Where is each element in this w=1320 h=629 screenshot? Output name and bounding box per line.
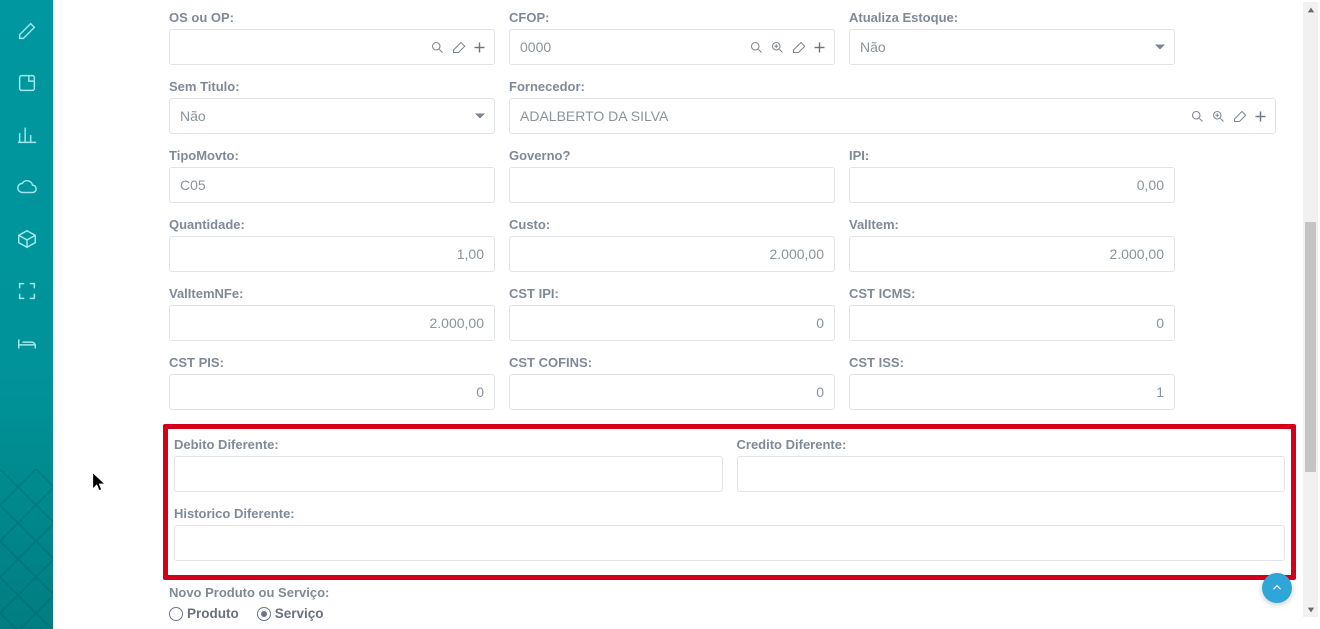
page: OS ou OP: CFOP: (53, 0, 1320, 629)
label-cst-ipi: CST IPI: (509, 286, 835, 301)
historico-diferente-input[interactable] (174, 525, 1285, 561)
label-val-item: ValItem: (849, 217, 1175, 232)
scrollbar-up-icon[interactable] (1303, 2, 1318, 17)
zoom-in-icon[interactable] (770, 40, 785, 55)
chevron-down-icon (1155, 45, 1165, 50)
cst-iss-input[interactable] (849, 374, 1175, 410)
cst-ipi-input[interactable] (509, 305, 835, 341)
label-historico-diferente: Historico Diferente: (174, 506, 1285, 521)
label-val-item-nfe: ValItemNFe: (169, 286, 495, 301)
label-cst-cofins: CST COFINS: (509, 355, 835, 370)
bed-icon[interactable] (16, 332, 38, 354)
label-governo: Governo? (509, 148, 835, 163)
radio-servico[interactable]: Serviço (257, 606, 324, 621)
box-icon[interactable] (16, 228, 38, 250)
scroll-top-button[interactable] (1262, 573, 1292, 603)
radio-servico-label: Serviço (275, 606, 324, 621)
label-cst-icms: CST ICMS: (849, 286, 1175, 301)
cloud-icon[interactable] (16, 176, 38, 198)
label-cst-iss: CST ISS: (849, 355, 1175, 370)
form-scroll-area: OS ou OP: CFOP: (59, 0, 1300, 621)
label-fornecedor: Fornecedor: (509, 79, 1276, 94)
highlight-box: Debito Diferente: Credito Diferente: His… (163, 424, 1296, 580)
scrollbar-down-icon[interactable] (1303, 602, 1318, 617)
label-os-op: OS ou OP: (169, 10, 495, 25)
label-sem-titulo: Sem Titulo: (169, 79, 495, 94)
expand-icon[interactable] (16, 280, 38, 302)
cst-cofins-input[interactable] (509, 374, 835, 410)
governo-input[interactable] (509, 167, 835, 203)
search-icon[interactable] (749, 40, 764, 55)
quantidade-input[interactable] (169, 236, 495, 272)
debito-diferente-input[interactable] (174, 456, 723, 492)
tipo-movto-input[interactable] (169, 167, 495, 203)
zoom-in-icon[interactable] (1211, 109, 1226, 124)
plus-icon[interactable] (472, 40, 487, 55)
radio-produto[interactable]: Produto (169, 606, 239, 621)
cst-icms-input[interactable] (849, 305, 1175, 341)
plus-icon[interactable] (1253, 109, 1268, 124)
form: OS ou OP: CFOP: (159, 0, 1300, 621)
valitem-input[interactable] (849, 236, 1175, 272)
label-ipi: IPI: (849, 148, 1175, 163)
erase-icon[interactable] (451, 40, 466, 55)
scrollbar[interactable] (1303, 2, 1318, 617)
valitemnfe-input[interactable] (169, 305, 495, 341)
ipi-input[interactable] (849, 167, 1175, 203)
label-cfop: CFOP: (509, 10, 835, 25)
atualiza-estoque-select[interactable]: Não (849, 29, 1175, 65)
custo-input[interactable] (509, 236, 835, 272)
label-novo-produto: Novo Produto ou Serviço: (169, 585, 329, 600)
label-credito-diferente: Credito Diferente: (737, 437, 1286, 452)
radio-produto-label: Produto (187, 606, 239, 621)
label-atualiza-estoque: Atualiza Estoque: (849, 10, 1175, 25)
search-icon[interactable] (1190, 109, 1205, 124)
label-debito-diferente: Debito Diferente: (174, 437, 723, 452)
erase-icon[interactable] (791, 40, 806, 55)
chevron-down-icon (475, 114, 485, 119)
cst-pis-input[interactable] (169, 374, 495, 410)
search-icon[interactable] (430, 40, 445, 55)
label-quantidade: Quantidade: (169, 217, 495, 232)
label-tipo-movto: TipoMovto: (169, 148, 495, 163)
credito-diferente-input[interactable] (737, 456, 1286, 492)
scrollbar-thumb[interactable] (1305, 222, 1316, 472)
edit-icon[interactable] (16, 20, 38, 42)
chart-icon[interactable] (16, 124, 38, 146)
note-icon[interactable] (16, 72, 38, 94)
sidebar-pattern (0, 469, 53, 629)
label-custo: Custo: (509, 217, 835, 232)
erase-icon[interactable] (1232, 109, 1247, 124)
label-cst-pis: CST PIS: (169, 355, 495, 370)
plus-icon[interactable] (812, 40, 827, 55)
sem-titulo-select[interactable]: Não (169, 98, 495, 134)
fornecedor-input[interactable] (509, 98, 1276, 134)
sidebar (0, 0, 53, 629)
